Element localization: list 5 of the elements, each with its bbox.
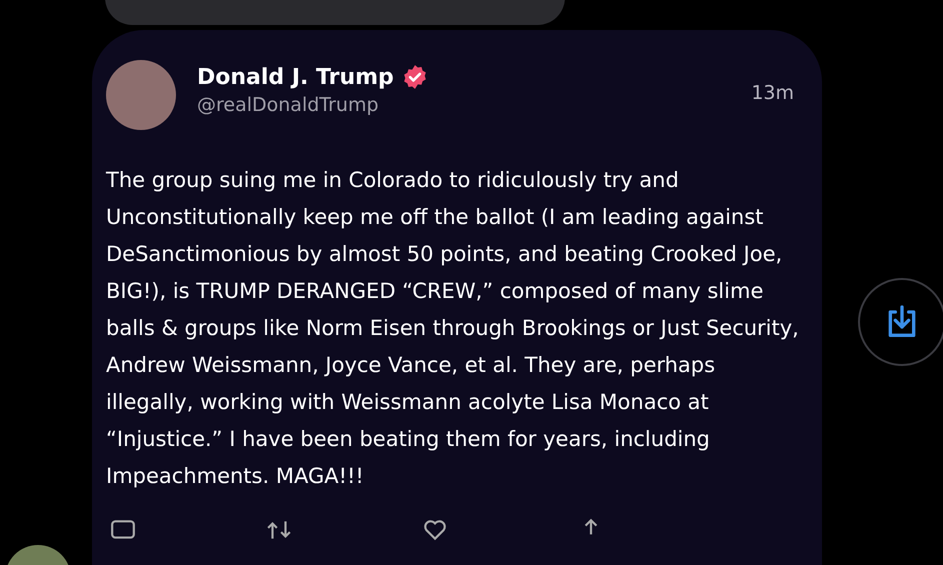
- post-text: The group suing me in Colorado to ridiculously try and Unconstitutionally keep me off the ballot (I am leading against DeSanctimonious by almost 50 points, and beating Crooked Joe, BIG!), is TRUMP DERANGED “CREW,” composed of many slime balls & groups like Norm Eisen through Brookings or Just Security, Andrew Weissmann, Joyce Vance, et al. They are, perhaps illegally, working with Weissmann acolyte Lisa Monaco at “Injustice.” I have been beating them for years, including Impeachments. MAGA!!!: [106, 167, 800, 490]
- author-handle[interactable]: @realDonaldTrump: [197, 94, 428, 116]
- author-name[interactable]: Donald J. Trump: [197, 64, 394, 90]
- heart-icon[interactable]: [422, 517, 448, 543]
- post-time: 13m: [751, 82, 794, 104]
